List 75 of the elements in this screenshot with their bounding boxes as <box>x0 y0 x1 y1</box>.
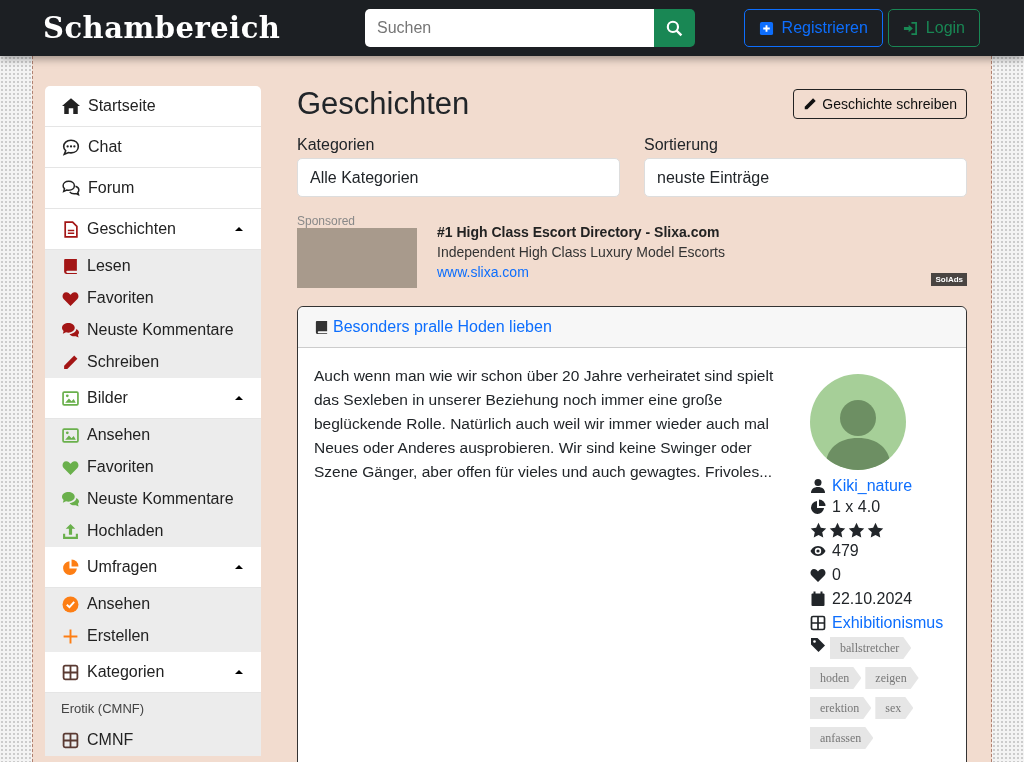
sidebar-item[interactable]: Chat <box>45 127 261 168</box>
author-link[interactable]: Kiki_nature <box>832 477 913 495</box>
tag-chip[interactable]: anfassen <box>810 727 874 749</box>
tag-chip[interactable]: ballstretcher <box>830 637 912 659</box>
sidebar-subitem[interactable]: Favoriten <box>45 451 261 483</box>
speech-bubbles-icon <box>62 179 80 197</box>
tag-chip[interactable]: sex <box>875 697 914 719</box>
pie-chart-icon <box>810 499 826 515</box>
category-link[interactable]: Exhibitionismus <box>832 614 944 632</box>
sidebar-item[interactable]: Startseite <box>45 86 261 127</box>
sidebar-subitem[interactable]: CMNF <box>45 724 261 756</box>
home-icon <box>62 97 80 115</box>
tag-chip[interactable]: hoden <box>810 667 862 689</box>
register-button[interactable]: Registrieren <box>743 9 883 47</box>
site-logo[interactable]: Schambereich <box>43 11 365 45</box>
sidebar-item[interactable]: Forum <box>45 168 261 209</box>
calendar-icon <box>810 591 826 607</box>
sidebar-subitem[interactable]: Erstellen <box>45 620 261 652</box>
rating-text: 1 x 4.0 <box>832 498 881 516</box>
plus-icon <box>62 627 79 645</box>
comments-icon <box>62 490 79 508</box>
sidebar-subitem[interactable]: Schreiben <box>45 346 261 378</box>
tag-chip[interactable]: erektion <box>810 697 872 719</box>
comments-icon <box>62 321 79 339</box>
sidebar-subitem[interactable]: Neuste Kommentare <box>45 314 261 346</box>
heart-icon <box>810 567 826 583</box>
star-icon <box>829 522 846 539</box>
search-button[interactable] <box>654 9 695 47</box>
tag-icon <box>810 637 826 653</box>
date-text: 22.10.2024 <box>832 590 913 608</box>
ad-description: Independent High Class Luxury Model Escorts <box>437 244 725 260</box>
check-circle-icon <box>62 595 79 613</box>
plus-square-icon <box>758 20 774 36</box>
user-icon <box>810 478 826 494</box>
write-story-button[interactable]: Geschichte schreiben <box>793 89 967 119</box>
login-button[interactable]: Login <box>887 9 980 47</box>
book-icon <box>314 319 329 335</box>
sidebar-subitem[interactable]: Ansehen <box>45 419 261 451</box>
search-field[interactable]: Suchen <box>365 9 654 47</box>
sponsored-label: Sponsored <box>297 214 357 228</box>
sidebar-subitem[interactable]: Neuste Kommentare <box>45 483 261 515</box>
heart-icon <box>62 458 79 476</box>
upload-icon <box>62 522 79 540</box>
speech-bubble-icon <box>62 138 80 156</box>
filter-select[interactable]: Alle Kategorien <box>297 158 620 197</box>
grid-icon <box>810 615 826 631</box>
filter-select[interactable]: neuste Einträge <box>644 158 967 197</box>
pencil-icon <box>803 97 818 111</box>
heart-icon <box>62 289 79 307</box>
star-icon <box>848 522 865 539</box>
views-count: 479 <box>832 542 859 560</box>
filter-label: Sortierung <box>644 136 719 154</box>
eye-icon <box>810 543 826 559</box>
story-excerpt: Auch wenn man wie wir schon über 20 Jahre verheiratet sind spielt das Sexleben in unserer Beziehung noch immer eine große beglückende Rolle. Natürlich auch weil wir immer wieder auch mal Neues oder Anderes ausprobieren. Wir sind keine Swinger oder Szene Gänger, aber offen für vieles und auch gewagtes. Frivoles... <box>314 366 775 482</box>
grid-icon <box>62 731 79 749</box>
book-icon <box>62 257 79 275</box>
sidebar-subitem[interactable]: Lesen <box>45 250 261 282</box>
star-icon <box>810 522 827 539</box>
star-icon <box>867 522 884 539</box>
ad-network-badge: SolAds <box>931 273 967 286</box>
image-icon <box>62 426 79 444</box>
sidebar-subheading: Erotik (CMNF) <box>45 693 261 724</box>
sidebar-subitem[interactable]: Ansehen <box>45 588 261 620</box>
sidebar-subitem[interactable]: Favoriten <box>45 282 261 314</box>
ad-link[interactable]: www.slixa.com <box>437 264 725 280</box>
login-icon <box>902 20 918 36</box>
pencil-icon <box>62 353 79 371</box>
ad-title[interactable]: #1 High Class Escort Directory - Slixa.com <box>437 224 725 240</box>
page-title: Geschichten <box>297 86 470 122</box>
likes-count: 0 <box>832 566 841 584</box>
story-title-link[interactable]: Besonders pralle Hoden lieben <box>333 318 552 336</box>
sidebar-subitem[interactable]: Hochladen <box>45 515 261 547</box>
filter-label: Kategorien <box>297 136 376 154</box>
search-icon <box>666 19 683 37</box>
tag-chip[interactable]: zeigen <box>865 667 919 689</box>
